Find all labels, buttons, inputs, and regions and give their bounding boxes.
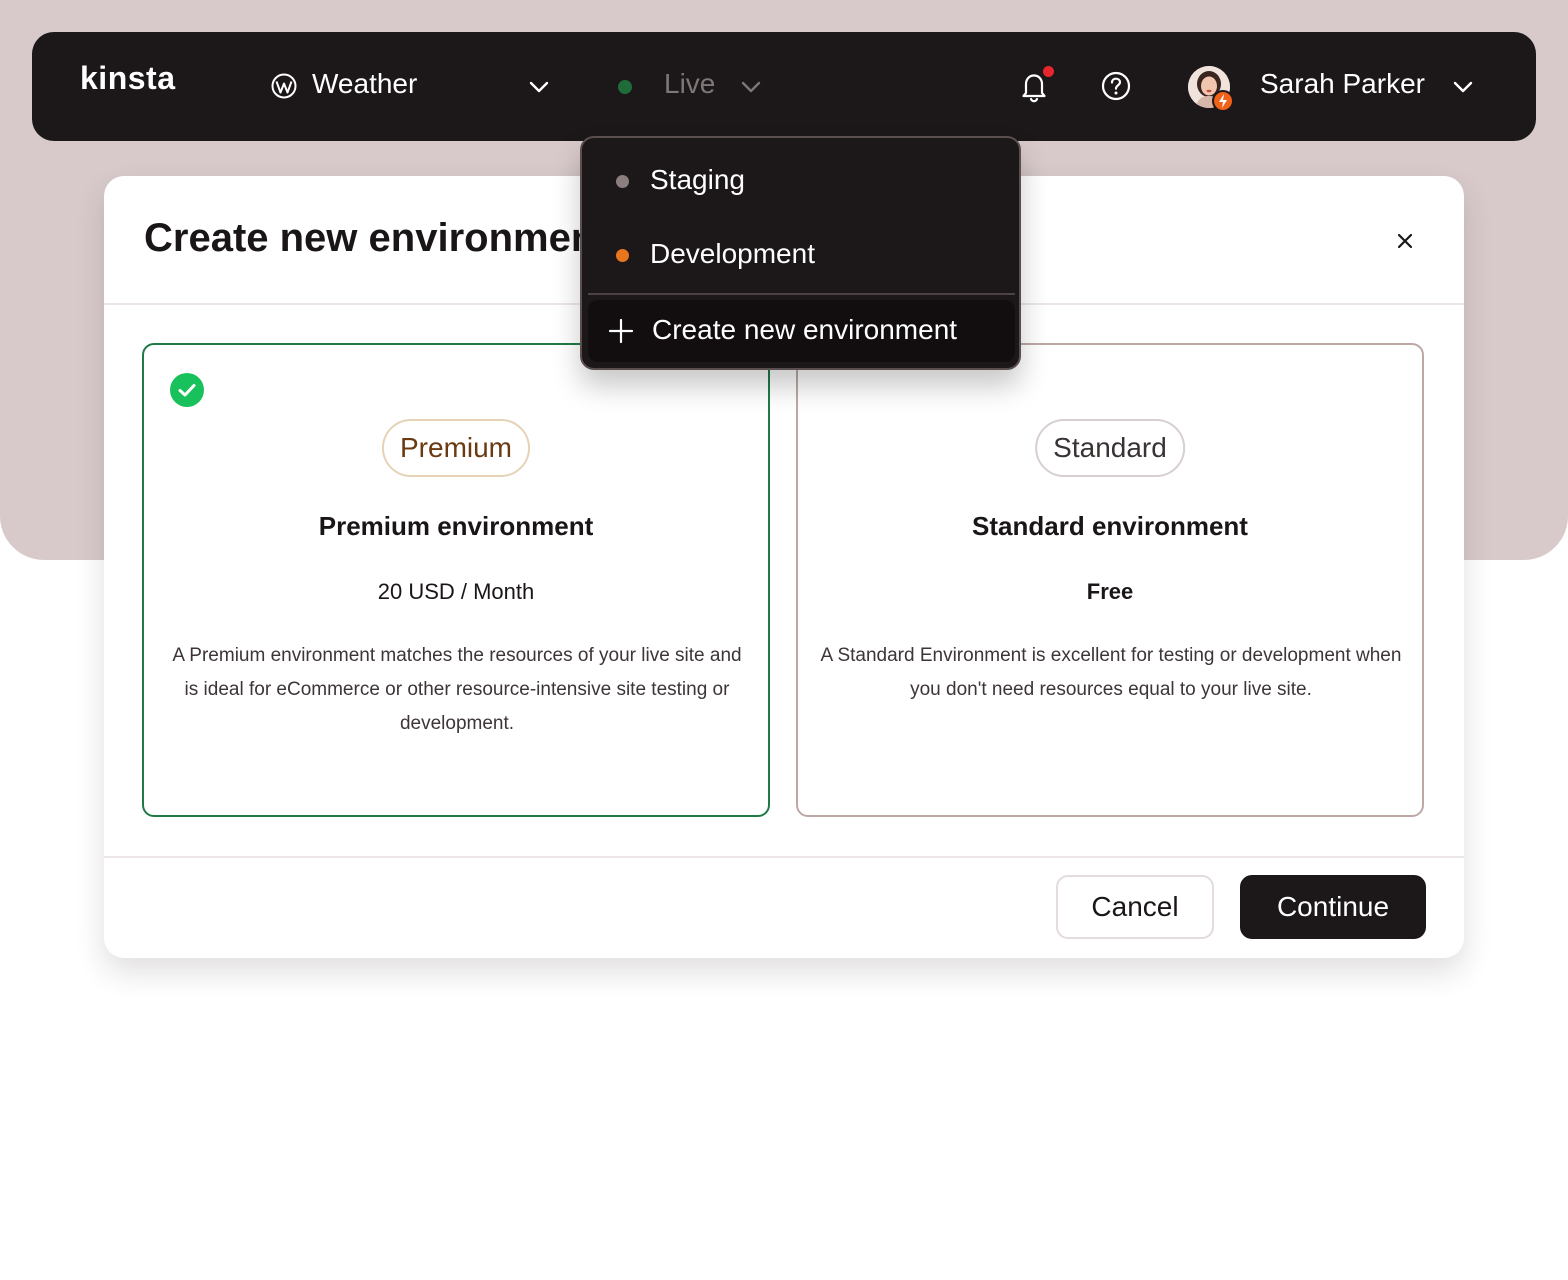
wordpress-icon [271,73,297,99]
top-navigation-bar: kinsta Weather Live Sarah Parker [32,32,1536,141]
standard-card-title: Standard environment [972,511,1248,541]
dropdown-item-label: Development [650,238,815,269]
premium-card-description: A Premium environment matches the resour… [172,645,742,734]
modal-title: Create new environment [144,216,609,260]
create-new-environment-label: Create new environment [652,314,958,345]
environment-dropdown-menu: Staging Development Create new environme… [580,136,1021,370]
standard-environment-card[interactable]: Standard Standard environment Free A Sta… [796,343,1424,817]
premium-card-price: 20 USD / Month [377,579,535,604]
chevron-down-icon[interactable] [738,74,764,100]
user-menu-label[interactable]: Sarah Parker [1260,68,1425,100]
dropdown-item-label: Staging [650,164,745,195]
dropdown-divider [588,293,1015,295]
cancel-button[interactable]: Cancel [1056,875,1214,939]
lightning-badge-icon [1212,90,1234,112]
chevron-down-icon[interactable] [526,74,552,100]
standard-card-description: A Standard Environment is excellent for … [820,645,1402,700]
live-status-dot [618,80,632,94]
dropdown-item-staging[interactable]: Staging [582,150,1019,212]
premium-badge: Premium [381,419,531,477]
standard-card-price: Free [1086,579,1134,604]
dropdown-item-development[interactable]: Development [582,224,1019,286]
premium-card-title: Premium environment [318,511,594,541]
check-icon [170,373,204,407]
premium-environment-card[interactable]: Premium Premium environment 20 USD / Mon… [142,343,770,817]
kinsta-logo[interactable]: kinsta [80,60,175,97]
modal-footer-divider [104,856,1464,858]
site-selector-label[interactable]: Weather [312,68,417,100]
close-icon[interactable] [1392,228,1418,254]
environment-selector-label[interactable]: Live [664,68,715,100]
plus-icon [608,318,634,344]
continue-button[interactable]: Continue [1240,875,1426,939]
notification-dot [1043,66,1054,77]
standard-badge: Standard [1035,419,1185,477]
staging-status-dot [616,175,629,188]
help-icon[interactable] [1100,70,1132,102]
chevron-down-icon[interactable] [1450,74,1476,100]
development-status-dot [616,249,629,262]
create-new-environment-item[interactable]: Create new environment [588,300,1015,362]
